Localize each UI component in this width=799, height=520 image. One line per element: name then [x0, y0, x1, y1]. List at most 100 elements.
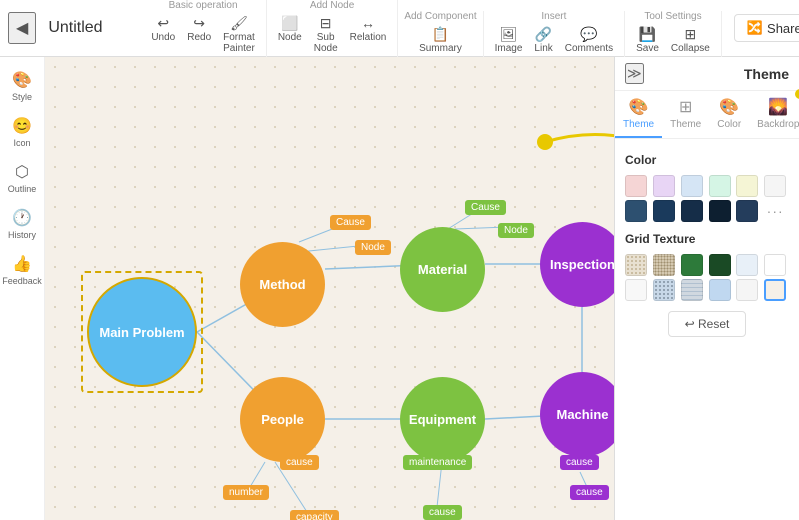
tab-theme[interactable]: ⊞ Theme — [662, 91, 709, 138]
color-section-title: Color — [625, 153, 789, 167]
texture-7[interactable] — [653, 279, 675, 301]
maintenance-label[interactable]: maintenance — [403, 455, 472, 470]
link-button[interactable]: 🔗Link — [529, 24, 557, 57]
feedback-icon: 👍 — [12, 254, 32, 274]
format-painter-button[interactable]: 🖌Format Painter — [218, 13, 260, 57]
sidebar-item-feedback[interactable]: 👍 Feedback — [1, 249, 43, 291]
style-icon: 🎨 — [12, 70, 32, 90]
cause-label-2[interactable]: Cause — [465, 200, 506, 215]
outline-icon: ⬡ — [15, 162, 29, 182]
theme-icon: 🎨 — [629, 97, 649, 117]
tool-settings-group: Tool Settings 💾Save ⊞Collapse — [625, 11, 722, 57]
basic-operation-group: Basic operation ↩Undo ↪Redo 🖌Format Pain… — [140, 0, 267, 57]
color-swatch-10[interactable] — [736, 200, 758, 222]
color-swatch-6[interactable] — [625, 200, 647, 222]
texture-6[interactable] — [625, 279, 647, 301]
cause-label-4[interactable]: cause — [423, 505, 462, 520]
color-swatch-3[interactable] — [709, 175, 731, 197]
texture-1[interactable] — [653, 254, 675, 276]
number-label[interactable]: number — [223, 485, 269, 500]
add-node-label: Add Node — [310, 0, 354, 11]
node-button[interactable]: ⬜Node — [273, 13, 307, 57]
panel-tabs: 🎨 Theme ⊞ Theme 🎨 Color 🌄 Backdrop — [615, 91, 799, 139]
cause-label-6[interactable]: cause — [570, 485, 609, 500]
save-button[interactable]: 💾Save — [631, 24, 664, 57]
tool-settings-items: 💾Save ⊞Collapse — [631, 24, 715, 57]
cause-label-3[interactable]: cause — [280, 455, 319, 470]
collapse-button[interactable]: ⊞Collapse — [666, 24, 715, 57]
add-node-group: Add Node ⬜Node ⊟Sub Node ↔Relation — [267, 0, 399, 57]
color-icon: 🎨 — [719, 97, 739, 117]
cause-label-1[interactable]: Cause — [330, 215, 371, 230]
texture-5[interactable] — [764, 254, 786, 276]
texture-grid — [625, 254, 789, 301]
history-icon: 🕐 — [12, 208, 32, 228]
undo-button[interactable]: ↩Undo — [146, 13, 180, 57]
people-node[interactable]: People — [240, 377, 325, 462]
sidebar-item-style[interactable]: 🎨 Style — [1, 65, 43, 107]
sidebar-item-outline[interactable]: ⬡ Outline — [1, 157, 43, 199]
share-button[interactable]: 🔀 Share — [734, 14, 799, 42]
insert-label: Insert — [541, 11, 566, 22]
comments-button[interactable]: 💬Comments — [560, 24, 618, 57]
insert-items: 🖼Image 🔗Link 💬Comments — [490, 24, 619, 57]
main-problem-node[interactable]: Main Problem — [87, 277, 197, 387]
color-swatch-1[interactable] — [653, 175, 675, 197]
sidebar-item-icon[interactable]: 😊 Icon — [1, 111, 43, 153]
left-sidebar: 🎨 Style 😊 Icon ⬡ Outline 🕐 History 👍 Fee… — [0, 57, 45, 520]
image-button[interactable]: 🖼Image — [490, 24, 528, 57]
add-component-group: Add Component 📋Summary — [398, 11, 483, 57]
node-label-2[interactable]: Node — [498, 223, 534, 238]
node-label-1[interactable]: Node — [355, 240, 391, 255]
content-area: 🎨 Style 😊 Icon ⬡ Outline 🕐 History 👍 Fee… — [0, 57, 799, 520]
cause-label-5[interactable]: cause — [560, 455, 599, 470]
backdrop-icon: 🌄 — [768, 97, 788, 117]
add-node-items: ⬜Node ⊟Sub Node ↔Relation — [273, 13, 392, 57]
material-node[interactable]: Material — [400, 227, 485, 312]
color-swatch-2[interactable] — [681, 175, 703, 197]
panel-header: ≫ Theme — [615, 57, 799, 91]
color-swatch-7[interactable] — [653, 200, 675, 222]
tab-color[interactable]: 🎨 Color — [709, 91, 749, 138]
panel-body: Color ··· Grid Texture — [615, 139, 799, 520]
color-swatch-9[interactable] — [709, 200, 731, 222]
right-panel: ≫ Theme 🎨 Theme ⊞ Theme 🎨 Color 🌄 Backdr… — [614, 57, 799, 520]
capacity-label[interactable]: capacity — [290, 510, 339, 520]
redo-button[interactable]: ↪Redo — [182, 13, 216, 57]
canvas[interactable]: Main Problem Method Material Inspection … — [45, 57, 614, 520]
reset-button[interactable]: ↩ Reset — [668, 311, 747, 337]
back-button[interactable]: ◀ — [8, 12, 36, 44]
texture-4[interactable] — [736, 254, 758, 276]
theme-grid-icon: ⊞ — [679, 97, 692, 117]
color-swatch-8[interactable] — [681, 200, 703, 222]
add-component-label: Add Component — [404, 11, 476, 22]
texture-8[interactable] — [681, 279, 703, 301]
panel-title: Theme — [744, 66, 789, 82]
basic-operation-label: Basic operation — [169, 0, 238, 11]
icon-icon: 😊 — [12, 116, 32, 136]
texture-10[interactable] — [736, 279, 758, 301]
color-swatch-0[interactable] — [625, 175, 647, 197]
grid-texture-section-title: Grid Texture — [625, 232, 789, 246]
texture-9[interactable] — [709, 279, 731, 301]
share-icon: 🔀 — [747, 20, 763, 36]
summary-button[interactable]: 📋Summary — [414, 24, 467, 57]
tool-settings-label: Tool Settings — [644, 11, 701, 22]
sub-node-button[interactable]: ⊟Sub Node — [309, 13, 343, 57]
color-swatch-5[interactable] — [764, 175, 786, 197]
equipment-node[interactable]: Equipment — [400, 377, 485, 462]
color-swatch-4[interactable] — [736, 175, 758, 197]
texture-11-selected[interactable] — [764, 279, 786, 301]
tab-theme-active[interactable]: 🎨 Theme — [615, 91, 662, 138]
header-right: 🔀 Share 📤 Export — [734, 14, 799, 42]
relation-button[interactable]: ↔Relation — [345, 13, 392, 57]
panel-collapse-button[interactable]: ≫ — [625, 63, 644, 84]
texture-0[interactable] — [625, 254, 647, 276]
more-colors-button[interactable]: ··· — [764, 200, 786, 222]
texture-2[interactable] — [681, 254, 703, 276]
basic-operation-items: ↩Undo ↪Redo 🖌Format Painter — [146, 13, 260, 57]
texture-3[interactable] — [709, 254, 731, 276]
sidebar-item-history[interactable]: 🕐 History — [1, 203, 43, 245]
tab-backdrop[interactable]: 🌄 Backdrop — [749, 91, 799, 138]
method-node[interactable]: Method — [240, 242, 325, 327]
